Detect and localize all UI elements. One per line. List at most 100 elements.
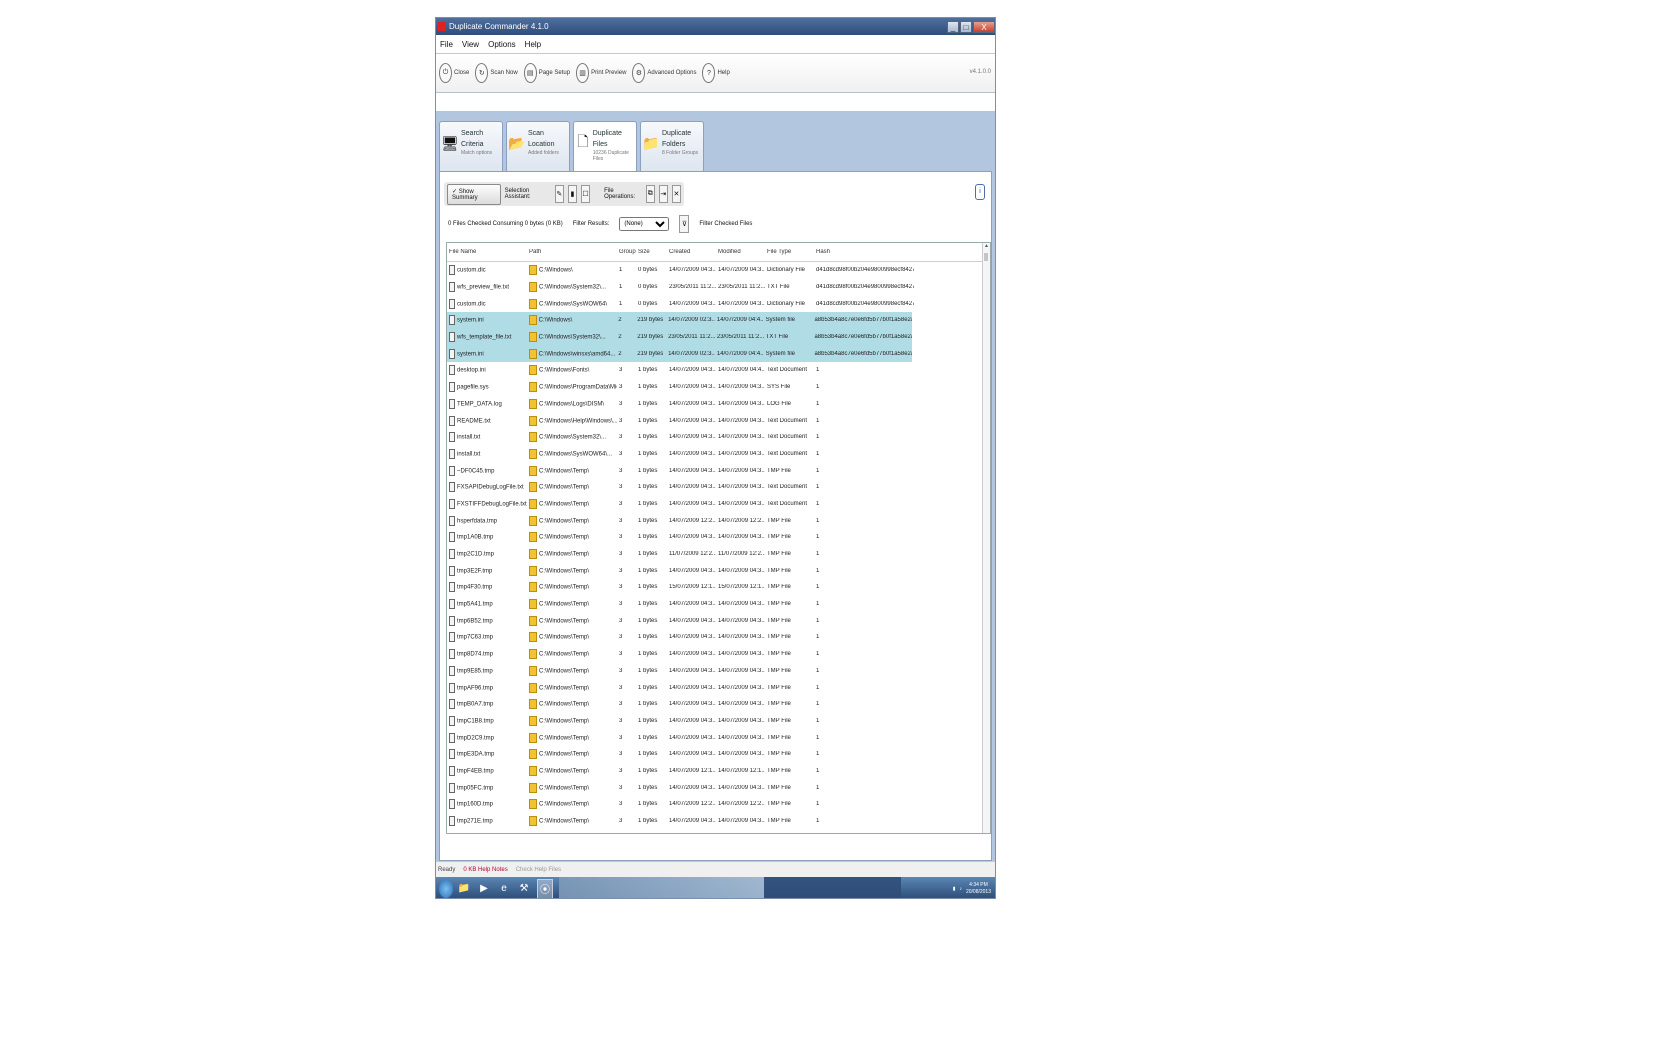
help-button[interactable]: ? Help (702, 63, 730, 83)
cell-modified: 14/07/2009 04:4... (715, 351, 764, 357)
table-row[interactable]: tmp6B52.tmp C:\Windows\Temp\ 3 1 bytes 14/07… (447, 612, 990, 629)
advanced-options-label: Advanced Options (647, 70, 697, 76)
table-row[interactable]: tmpB0A7.tmp C:\Windows\Temp\ 3 1 bytes 14/07… (447, 696, 990, 713)
table-row[interactable]: tmp3E2F.tmp C:\Windows\Temp\ 3 1 bytes 14/07… (447, 562, 990, 579)
cell-text: 14/07/2009 04:3... (718, 784, 765, 791)
table-row[interactable]: TEMP_DATA.log C:\Windows\Logs\DISM\ 3 1 byt… (447, 396, 990, 413)
cell-text: C:\Windows\Temp\ (539, 718, 590, 725)
table-row[interactable]: wfs_preview_file.txt C:\Windows\System32\… (447, 279, 990, 296)
select-icon[interactable]: ☐ (580, 185, 591, 203)
col-size[interactable]: Size (636, 249, 667, 255)
table-row[interactable]: tmpAF96.tmp C:\Windows\Temp\ 3 1 bytes 14/07… (447, 679, 990, 696)
table-row[interactable]: tmp7C63.tmp C:\Windows\Temp\ 3 1 bytes 14/07… (447, 629, 990, 646)
network-icon[interactable]: ▮ (953, 886, 956, 892)
tab-scan-location[interactable]: 📂 Scan Location Added folders (506, 121, 570, 171)
table-row[interactable]: tmp160D.tmp C:\Windows\Temp\ 3 1 bytes 14/07… (447, 796, 990, 813)
advanced-options-button[interactable]: ⚙ Advanced Options (632, 63, 696, 83)
tab-search-criteria[interactable]: 🖥 Search Criteria Match options (439, 121, 503, 171)
menu-options[interactable]: Options (488, 40, 516, 49)
tab-duplicate-files[interactable]: 🗋 Duplicate Files 10236 Duplicate Files (573, 121, 637, 173)
cell-text: C:\Windows\Temp\ (539, 651, 590, 658)
cell-modified: 14/07/2009 04:3... (716, 634, 765, 640)
col-file-name[interactable]: File Name (447, 249, 527, 255)
delete-icon[interactable]: ✕ (671, 185, 682, 203)
status-link[interactable]: 0 KB Help Notes (463, 867, 507, 873)
maximize-button[interactable]: □ (960, 20, 972, 33)
table-row[interactable]: tmpC1B8.tmp C:\Windows\Temp\ 3 1 bytes 14/07… (447, 713, 990, 730)
table-row[interactable]: FXSTIFFDebugLogFile.txt C:\Windows\Temp\ 3… (447, 496, 990, 513)
table-row[interactable]: hsperfdata.tmp C:\Windows\Temp\ 3 1 bytes 14… (447, 512, 990, 529)
cell-text: TMP File (767, 734, 791, 741)
page-setup-button[interactable]: ▤ Page Setup (523, 63, 570, 83)
file-icon (449, 265, 455, 276)
app-icon[interactable]: ⦿ (537, 878, 553, 898)
table-row[interactable]: tmp9E85.tmp C:\Windows\Temp\ 3 1 bytes 14/07… (447, 663, 990, 680)
highlight-icon[interactable]: ▮ (567, 185, 577, 203)
close-button[interactable]: X (973, 20, 995, 33)
table-row[interactable]: tmpF4EB.tmp C:\Windows\Temp\ 3 1 bytes 14/07… (447, 763, 990, 780)
menu-view[interactable]: View (462, 40, 479, 49)
volume-icon[interactable]: ♪ (959, 886, 962, 892)
col-file-type[interactable]: File Type (765, 249, 814, 255)
table-row[interactable]: system.ini C:\Windows\winsxs\amd64... 2 219… (447, 345, 912, 363)
file-icon (449, 732, 455, 743)
filter-checked-label[interactable]: Filter Checked Files (699, 221, 752, 227)
clock[interactable]: 4:34 PM 20/08/2013 (966, 882, 991, 896)
table-row[interactable]: tmp05FC.tmp C:\Windows\Temp\ 3 1 bytes 14/07… (447, 779, 990, 796)
table-row[interactable]: desktop.ini C:\Windows\Fonts\ 3 1 bytes 14/0… (447, 362, 990, 379)
cell-group: 3 (617, 384, 636, 390)
filter-icon[interactable]: ⊽ (679, 215, 690, 233)
table-row[interactable]: README.txt C:\Windows\Help\Windows\... 3 1 … (447, 412, 990, 429)
table-row[interactable]: tmp5A41.tmp C:\Windows\Temp\ 3 1 bytes 14/07… (447, 596, 990, 613)
col-group[interactable]: Group (617, 249, 636, 255)
show-summary-button[interactable]: ✓ Show Summary (447, 183, 501, 205)
menu-help[interactable]: Help (525, 40, 541, 49)
table-row[interactable]: tmp4F30.tmp C:\Windows\Temp\ 3 1 bytes 15/07… (447, 579, 990, 596)
table-row[interactable]: tmp1A0B.tmp C:\Windows\Temp\ 3 1 bytes 14/07… (447, 529, 990, 546)
cell-text: 1 bytes (638, 617, 658, 624)
table-row[interactable]: tmp8D74.tmp C:\Windows\Temp\ 3 1 bytes 14/07… (447, 646, 990, 663)
minimize-button[interactable]: _ (947, 20, 959, 33)
scroll-thumb[interactable] (984, 253, 988, 261)
table-row[interactable]: tmpE3DA.tmp C:\Windows\Temp\ 3 1 bytes 14/07… (447, 746, 990, 763)
close-tool-button[interactable]: ⏻ Close (439, 63, 469, 83)
move-icon[interactable]: ⇥ (658, 185, 668, 203)
col-modified[interactable]: Modified (716, 249, 765, 255)
table-row[interactable]: install.txt C:\Windows\SysWOW64\... 3 1 byt… (447, 446, 990, 463)
table-row[interactable]: custom.dic C:\Windows\SysWOW64\ 1 0 bytes 14… (447, 295, 990, 312)
explorer-icon[interactable]: 📁 (457, 880, 471, 898)
table-row[interactable]: tmpD2C9.tmp C:\Windows\Temp\ 3 1 bytes 14/07… (447, 729, 990, 746)
vertical-scrollbar[interactable]: ▲ (982, 243, 990, 833)
col-path[interactable]: Path (527, 249, 617, 255)
table-row[interactable]: tmp2C1D.tmp C:\Windows\Temp\ 3 1 bytes 11/07… (447, 546, 990, 563)
table-row[interactable]: tmp271E.tmp C:\Windows\Temp\ 3 1 bytes 14/07… (447, 813, 990, 830)
filter-results-select[interactable]: (None) (619, 217, 670, 231)
cell-path: C:\Windows\Temp\ (527, 765, 617, 776)
info-icon[interactable]: i (975, 184, 985, 200)
cell-text: 14/07/2009 04:3... (669, 634, 716, 641)
col-created[interactable]: Created (667, 249, 716, 255)
table-row[interactable]: wfs_template_file.txt C:\Windows\System32… (447, 328, 912, 346)
tab-duplicate-folders[interactable]: 📁 Duplicate Folders 8 Folder Groups (640, 121, 704, 171)
table-row[interactable]: system.ini C:\Windows\ 2 219 bytes 14/07/200… (447, 312, 912, 329)
scroll-up-icon[interactable]: ▲ (983, 243, 990, 249)
cell-text: 23/05/2011 11:2... (668, 334, 715, 341)
print-preview-button[interactable]: ▥ Print Preview (576, 63, 626, 83)
menu-file[interactable]: File (440, 40, 453, 49)
table-row[interactable]: pagefile.sys C:\Windows\ProgramData\Micr.… (447, 379, 990, 396)
tool-icon[interactable]: ⚒ (517, 880, 531, 898)
start-orb-icon[interactable] (439, 879, 453, 898)
ie-icon[interactable]: e (497, 880, 511, 898)
media-icon[interactable]: ▶ (477, 880, 491, 898)
folder-icon (529, 565, 537, 576)
table-row[interactable]: install.txt C:\Windows\System32\... 3 1 byt… (447, 429, 990, 446)
scan-now-button[interactable]: ↻ Scan Now (475, 63, 518, 83)
table-row[interactable]: FXSAPIDebugLogFile.txt C:\Windows\Temp\ 3 1… (447, 479, 990, 496)
table-row[interactable]: ~DF0C45.tmp C:\Windows\Temp\ 3 1 bytes 14/07… (447, 462, 990, 479)
table-row[interactable]: custom.dic C:\Windows\ 1 0 bytes 14/07/2009 … (447, 262, 990, 279)
wand-icon[interactable]: ✎ (554, 185, 564, 203)
col-hash[interactable]: Hash (814, 249, 914, 255)
cell-file-type: TMP File (765, 801, 814, 807)
cell-group: 3 (617, 735, 636, 741)
copy-icon[interactable]: ⧉ (645, 185, 655, 203)
